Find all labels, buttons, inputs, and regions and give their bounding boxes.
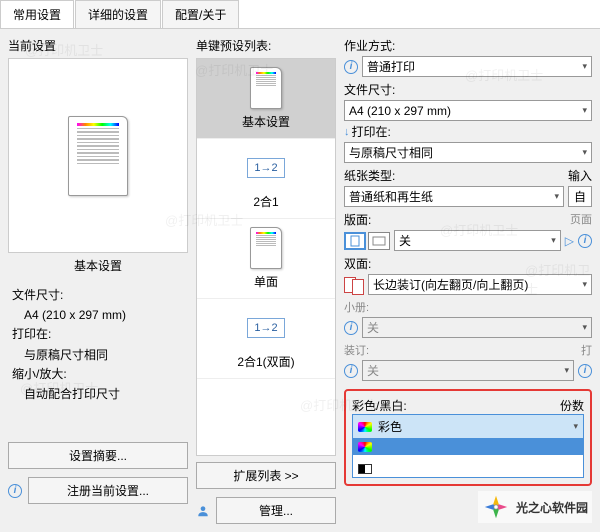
duplex-icon — [344, 277, 364, 293]
landscape-button[interactable] — [368, 232, 390, 250]
register-settings-button[interactable]: 注册当前设置... — [28, 477, 188, 504]
copies-label: 份数 — [560, 397, 584, 414]
arrow-down-icon: ↓ — [344, 126, 350, 138]
page-preview-icon — [68, 116, 128, 196]
chevron-down-icon: ▾ — [582, 279, 587, 290]
tab-config[interactable]: 配置/关于 — [162, 0, 239, 28]
chevron-down-icon: ▾ — [573, 421, 578, 432]
file-size-dropdown[interactable]: A4 (210 x 297 mm)▾ — [344, 100, 592, 121]
info-icon[interactable]: i — [344, 364, 358, 378]
layout-label: 版面: — [344, 211, 371, 228]
duplex-dropdown[interactable]: 长边装订(向左翻页/向上翻页)▾ — [368, 274, 592, 295]
summary-button[interactable]: 设置摘要... — [8, 442, 188, 469]
chevron-down-icon: ▾ — [582, 147, 587, 158]
file-size-label: 文件尺寸: — [344, 81, 592, 98]
file-size-label: 文件尺寸: — [12, 286, 184, 305]
page-icon — [250, 67, 282, 109]
expand-list-button[interactable]: 扩展列表 >> — [196, 462, 336, 489]
tab-bar: 常用设置 详细的设置 配置/关于 — [0, 0, 600, 29]
brand-logo-icon — [482, 493, 510, 521]
scale-value: 自动配合打印尺寸 — [12, 385, 184, 404]
color-mode-highlight: 彩色/黑白: 份数 彩色 ▾ — [344, 389, 592, 486]
color-mode-value: 彩色 — [378, 418, 402, 435]
print-on-dropdown[interactable]: 与原稿尺寸相同▾ — [344, 142, 592, 163]
chevron-down-icon: ▾ — [582, 105, 587, 116]
settings-info: 文件尺寸: A4 (210 x 297 mm) 打印在: 与原稿尺寸相同 缩小/… — [8, 278, 188, 412]
nin1-icon: 1→2 — [247, 158, 284, 178]
brand-text: 光之心软件园 — [516, 499, 588, 516]
preset-2in1-duplex[interactable]: 1→2 2合1(双面) — [197, 299, 335, 379]
play-icon[interactable]: ▷ — [565, 234, 574, 248]
color-mode-options — [352, 439, 584, 478]
chevron-down-icon: ▾ — [582, 61, 587, 72]
user-icon — [196, 504, 210, 518]
chevron-down-icon: ▾ — [554, 191, 559, 202]
job-type-label: 作业方式: — [344, 37, 592, 54]
info-icon[interactable]: i — [8, 484, 22, 498]
preset-label: 2合1(双面) — [237, 353, 294, 370]
print-on-value: 与原稿尺寸相同 — [12, 346, 184, 365]
brand-watermark: 光之心软件园 — [478, 491, 592, 523]
booklet-dropdown[interactable]: 关▾ — [362, 317, 592, 338]
paper-type-dropdown[interactable]: 普通纸和再生纸▾ — [344, 186, 564, 207]
preset-label: 2合1 — [253, 193, 278, 210]
input-tray-label: 输入 — [568, 167, 592, 184]
tab-detailed[interactable]: 详细的设置 — [75, 0, 161, 28]
duplex-label: 双面: — [344, 255, 592, 272]
punch-label: 打 — [581, 342, 592, 358]
info-icon[interactable]: i — [578, 234, 592, 248]
color-option-bw[interactable] — [353, 461, 583, 477]
manage-button[interactable]: 管理... — [216, 497, 336, 524]
print-on-label: 打印在: — [12, 325, 184, 344]
staple-dropdown[interactable]: 关▾ — [362, 360, 574, 381]
bw-swatch-icon — [358, 464, 372, 474]
scale-label: 缩小/放大: — [12, 365, 184, 384]
color-mode-label: 彩色/黑白: — [352, 397, 407, 414]
paper-type-label: 纸张类型: — [344, 167, 395, 184]
preset-basic[interactable]: 基本设置 — [197, 59, 335, 139]
booklet-label: 小册: — [344, 299, 592, 315]
staple-label: 装订: — [344, 342, 369, 358]
info-icon[interactable]: i — [578, 364, 592, 378]
preview-caption: 基本设置 — [8, 253, 188, 278]
preset-label: 单面 — [254, 273, 278, 290]
chevron-down-icon: ▾ — [582, 322, 587, 333]
color-swatch-icon — [358, 442, 372, 452]
info-icon[interactable]: i — [344, 321, 358, 335]
color-swatch-icon — [358, 422, 372, 432]
preset-list-label: 单键预设列表: — [196, 37, 336, 54]
preset-label: 基本设置 — [242, 113, 290, 130]
preset-2in1[interactable]: 1→2 2合1 — [197, 139, 335, 219]
portrait-button[interactable] — [344, 232, 366, 250]
job-type-dropdown[interactable]: 普通打印▾ — [362, 56, 592, 77]
input-tray-dropdown[interactable]: 自 — [568, 186, 592, 207]
layout-dropdown[interactable]: 关▾ — [394, 230, 561, 251]
preset-single[interactable]: 单面 — [197, 219, 335, 299]
preview-box — [8, 58, 188, 253]
chevron-down-icon: ▾ — [564, 365, 569, 376]
file-size-value: A4 (210 x 297 mm) — [12, 306, 184, 325]
nin1-icon: 1→2 — [247, 318, 284, 338]
print-on-label: 打印在: — [352, 123, 391, 140]
color-mode-dropdown[interactable]: 彩色 ▾ — [352, 414, 584, 439]
preset-list[interactable]: 基本设置 1→2 2合1 单面 1→2 2合1(双面) — [196, 58, 336, 456]
color-option-color[interactable] — [353, 439, 583, 455]
page-order-label: 页面 — [570, 211, 592, 228]
orientation-toggle — [344, 232, 390, 250]
chevron-down-icon: ▾ — [551, 235, 556, 246]
current-settings-label: 当前设置 — [8, 37, 188, 54]
page-icon — [250, 227, 282, 269]
tab-common[interactable]: 常用设置 — [0, 0, 74, 28]
info-icon[interactable]: i — [344, 60, 358, 74]
